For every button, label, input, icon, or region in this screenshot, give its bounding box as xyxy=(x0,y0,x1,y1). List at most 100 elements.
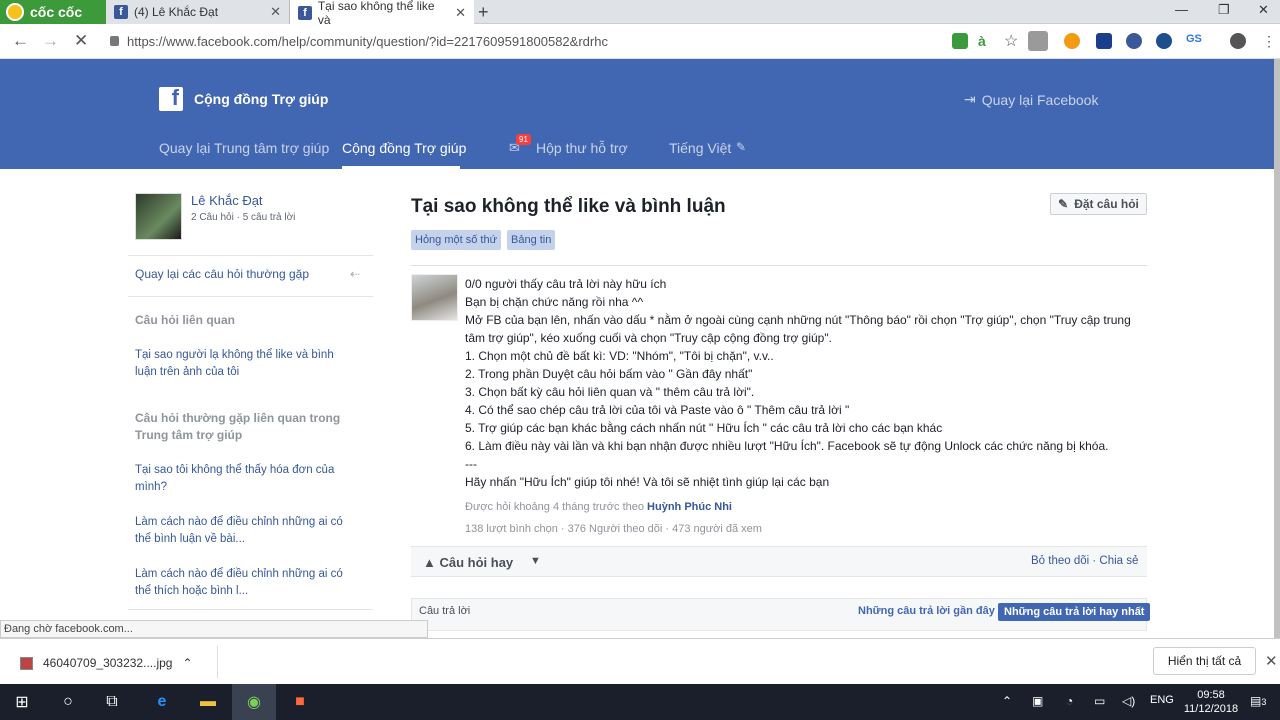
user-stats: 2 Câu hỏi · 5 câu trả lời xyxy=(191,212,296,223)
exit-icon: ⇥ xyxy=(964,91,976,107)
settings-extension-icon[interactable] xyxy=(1156,33,1172,49)
ask-question-button[interactable]: ✎ Đặt câu hỏi xyxy=(1050,193,1147,215)
nav-back-help-center[interactable]: Quay lại Trung tâm trợ giúp xyxy=(159,140,329,156)
account-extension-icon[interactable] xyxy=(1126,33,1142,49)
asked-prefix: Được hỏi khoảng 4 tháng trước theo xyxy=(465,501,644,513)
file-explorer-icon[interactable]: ▬ xyxy=(186,684,230,720)
dictionary-extension-icon[interactable] xyxy=(1096,33,1112,49)
header-title[interactable]: Cộng đồng Trợ giúp xyxy=(194,91,328,107)
user-avatar[interactable] xyxy=(135,193,182,240)
gs-extension-icon[interactable]: GS xyxy=(1186,33,1202,49)
url-field[interactable]: https://www.facebook.com/help/community/… xyxy=(104,28,944,54)
browser-brand: cốc cốc xyxy=(30,4,83,20)
answer-line: --- xyxy=(465,457,477,471)
show-all-downloads-button[interactable]: Hiển thị tất cả xyxy=(1153,647,1256,675)
faq-link[interactable]: Làm cách nào để điều chỉnh những ai có t… xyxy=(135,566,350,600)
back-arrow-icon: ⇠ xyxy=(350,267,361,281)
search-icon[interactable]: ○ xyxy=(46,684,90,720)
download-file-name: 46040709_303232....jpg xyxy=(43,656,173,670)
tab-help-question[interactable]: f Tại sao không thể like và ✕ xyxy=(290,0,474,27)
download-icon[interactable] xyxy=(1028,31,1048,51)
divider xyxy=(128,609,373,610)
coccoc-taskbar-icon[interactable]: ◉ xyxy=(232,684,276,720)
answer-line: 5. Trợ giúp các bạn khác bằng cách nhấn … xyxy=(465,421,943,435)
best-answers-tab[interactable]: Những câu trả lời hay nhất xyxy=(998,603,1151,621)
ask-question-label: Đặt câu hỏi xyxy=(1074,197,1139,211)
nav-community[interactable]: Cộng đồng Trợ giúp xyxy=(342,140,466,156)
faq-link[interactable]: Tại sao tôi không thể thấy hóa đơn của m… xyxy=(135,462,350,496)
bookmark-star-icon[interactable]: ☆ xyxy=(1004,31,1020,50)
close-tab-icon[interactable]: ✕ xyxy=(270,4,281,20)
inbox-count-badge: 91 xyxy=(516,134,531,145)
forward-arrow-icon[interactable]: → xyxy=(42,31,59,51)
download-item[interactable]: 46040709_303232....jpg ⌃ xyxy=(20,656,193,670)
taskbar-clock[interactable]: 09:58 11/12/2018 xyxy=(1181,688,1241,716)
profile-icon[interactable] xyxy=(1230,33,1246,49)
divider xyxy=(217,646,218,678)
answer-line: tâm trợ giúp", kéo xuống cuối và chọn "T… xyxy=(465,331,832,345)
nav-language[interactable]: Tiếng Việt xyxy=(669,140,731,156)
divider xyxy=(128,255,373,256)
close-window-button[interactable]: ✕ xyxy=(1258,2,1269,18)
new-tab-button[interactable]: + xyxy=(478,2,489,23)
answer-line: 0/0 người thấy câu trả lời này hữu ích xyxy=(465,277,667,291)
asked-by-line: Được hỏi khoảng 4 tháng trước theo Huỳnh… xyxy=(465,501,732,513)
faq-link[interactable]: Làm cách nào để điều chỉnh những ai có t… xyxy=(135,514,350,548)
windows-start-icon[interactable]: ⊞ xyxy=(0,684,44,720)
answer-line: 1. Chọn một chủ đề bất kì: VD: "Nhóm", "… xyxy=(465,349,774,363)
app-taskbar-icon[interactable]: ■ xyxy=(278,684,322,720)
notification-center-icon[interactable]: ▤3 xyxy=(1250,694,1266,708)
active-nav-indicator xyxy=(342,166,460,169)
maximize-button[interactable]: ❐ xyxy=(1218,2,1230,18)
input-language[interactable]: ENG xyxy=(1150,694,1174,706)
user-name[interactable]: Lê Khắc Đạt xyxy=(191,193,263,208)
answer-line: 6. Làm điều này vài lần và khi bạn nhận … xyxy=(465,439,1109,453)
clock-time: 09:58 xyxy=(1197,689,1225,701)
menu-icon[interactable]: ⋮ xyxy=(1262,33,1278,49)
minimize-button[interactable]: — xyxy=(1175,2,1188,17)
related-question-link[interactable]: Tại sao người lạ không thể like và bình … xyxy=(135,347,350,381)
stop-loading-icon[interactable]: ✕ xyxy=(74,31,88,51)
answer-author-avatar[interactable] xyxy=(411,274,458,321)
back-arrow-icon[interactable]: ← xyxy=(12,31,29,51)
wifi-icon[interactable]: ◔ xyxy=(1066,694,1073,708)
back-to-facebook-label: Quay lại Facebook xyxy=(981,91,1099,108)
upvote-icon: ▲ xyxy=(423,555,440,570)
good-question-button[interactable]: ▲ Câu hỏi hay xyxy=(423,555,513,570)
tab-facebook-profile[interactable]: f (4) Lê Khắc Đạt ✕ xyxy=(106,0,290,24)
chevron-up-icon[interactable]: ⌃ xyxy=(182,656,192,670)
chrome-extension-icon[interactable] xyxy=(1064,33,1080,49)
topic-tag[interactable]: Hỏng một số thứ xyxy=(411,230,501,250)
close-download-bar-icon[interactable]: ✕ xyxy=(1265,652,1278,670)
answer-line: Bạn bị chặn chức năng rồi nha ^^ xyxy=(465,295,644,309)
edge-icon[interactable]: e xyxy=(140,684,184,720)
cart-extension-icon[interactable] xyxy=(952,33,968,49)
recent-answers-tab[interactable]: Những câu trả lời gần đây xyxy=(858,605,995,617)
notification-count: 3 xyxy=(1261,697,1267,707)
image-file-icon xyxy=(20,656,33,670)
scrollbar-thumb[interactable] xyxy=(1274,59,1280,679)
unfollow-share-links[interactable]: Bỏ theo dõi · Chia sẻ xyxy=(1031,555,1138,567)
volume-icon[interactable]: ◁) xyxy=(1122,694,1135,708)
vertical-scrollbar[interactable] xyxy=(1274,59,1280,679)
divider xyxy=(411,265,1147,266)
back-to-faq-link[interactable]: Quay lại các câu hỏi thường gặp xyxy=(135,267,309,281)
good-question-label: Câu hỏi hay xyxy=(439,555,514,570)
tray-chevron-icon[interactable]: ⌃ xyxy=(1002,694,1012,708)
pencil-icon[interactable]: ✎ xyxy=(736,140,746,154)
facebook-logo-icon[interactable]: f xyxy=(159,85,183,111)
tray-app-icon[interactable]: ▣ xyxy=(1032,694,1043,708)
close-tab-icon[interactable]: ✕ xyxy=(455,5,466,21)
translate-extension-icon[interactable]: à xyxy=(978,33,994,49)
answers-label: Câu trả lời xyxy=(419,605,471,617)
downvote-icon[interactable]: ▼ xyxy=(530,555,541,567)
topic-tag[interactable]: Bảng tin xyxy=(507,230,556,250)
back-to-facebook-link[interactable]: ⇥ Quay lại Facebook xyxy=(964,91,1098,108)
tab-title: (4) Lê Khắc Đạt xyxy=(134,5,219,19)
asker-name-link[interactable]: Huỳnh Phúc Nhi xyxy=(647,501,732,513)
nav-support-inbox[interactable]: Hộp thư hỗ trợ xyxy=(536,140,628,156)
task-view-icon[interactable]: ⧉ xyxy=(90,684,134,720)
browser-logo[interactable]: cốc cốc xyxy=(0,0,106,24)
answer-line: 4. Có thể sao chép câu trả lời của tôi v… xyxy=(465,403,850,417)
battery-icon[interactable]: ▭ xyxy=(1094,694,1105,708)
